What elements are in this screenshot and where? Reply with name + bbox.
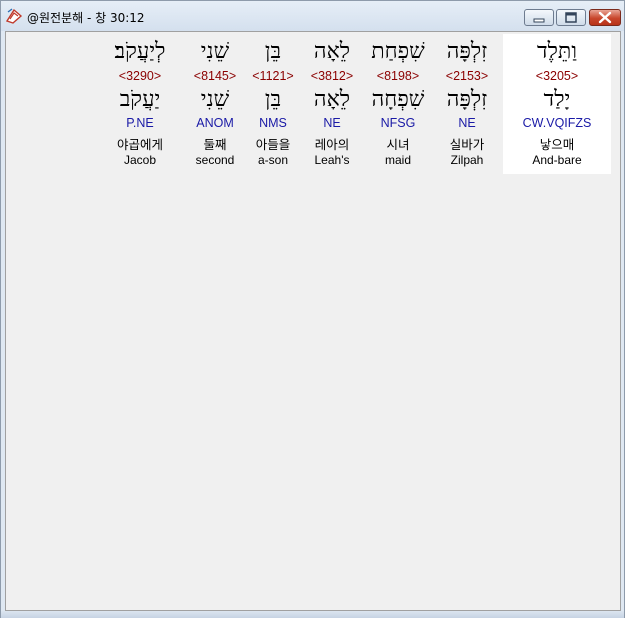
english-gloss: maid <box>384 153 411 167</box>
strong-number[interactable]: <1121> <box>246 69 300 83</box>
maximize-button[interactable] <box>556 9 586 26</box>
hebrew-root: יַעֲקֹב <box>119 87 161 112</box>
word-column[interactable]: בֵּן <1121> בֵּן NMS 아들을 a-son <box>246 34 300 174</box>
window-title: @원전분해 - 창 30:12 <box>27 11 145 25</box>
strong-number[interactable]: <2153> <box>435 69 499 83</box>
strong-number[interactable]: <3290> <box>104 69 176 83</box>
korean-gloss: 레아의 <box>314 137 350 152</box>
morphology-code[interactable]: NE <box>304 116 360 130</box>
korean-gloss: 시녀 <box>386 137 410 152</box>
hebrew-root: שֵׁנִי <box>200 87 230 112</box>
hebrew-word: לְיַעֲקֹב׃ <box>114 39 166 64</box>
interlinear-panel: וַתֵּלֶד <3205> יָלַד CW.VQIFZS 낳으매 And-… <box>5 31 621 611</box>
close-button[interactable] <box>589 9 621 26</box>
hebrew-root: יָלַד <box>543 87 571 112</box>
word-column[interactable]: לְיַעֲקֹב׃ <3290> יַעֲקֹב P.NE 야곱에게 Jaco… <box>104 34 176 174</box>
maximize-icon <box>565 12 577 23</box>
korean-gloss: 아들을 <box>255 137 291 152</box>
hebrew-word: שֵׁנִי <box>200 39 230 64</box>
morphology-code[interactable]: ANOM <box>188 116 242 130</box>
english-gloss: Jacob <box>123 153 157 167</box>
hebrew-word: לֵאָה <box>313 39 351 64</box>
strong-number[interactable]: <3812> <box>304 69 360 83</box>
morphology-code[interactable]: P.NE <box>104 116 176 130</box>
hebrew-root: לֵאָה <box>313 87 351 112</box>
hebrew-root: בֵּן <box>264 87 282 112</box>
hebrew-word: וַתֵּלֶד <box>537 39 577 64</box>
english-gloss: Zilpah <box>450 153 484 167</box>
korean-gloss: 둘째 <box>203 137 227 152</box>
word-column[interactable]: שִׁפְחַת <8198> שִׁפְחָה NFSG 시녀 maid <box>364 34 432 174</box>
word-column[interactable]: זִלְפָּה <2153> זִלְפָּה NE 실바가 Zilpah <box>435 34 499 174</box>
english-gloss: Leah's <box>314 153 350 167</box>
hebrew-root: זִלְפָּה <box>446 87 488 112</box>
strong-number[interactable]: <8198> <box>364 69 432 83</box>
app-window: @원전분해 - 창 30:12 וַתֵּלֶד <3205> יָלַד CW… <box>0 0 625 618</box>
hebrew-word: זִלְפָּה <box>446 39 488 64</box>
korean-gloss: 낳으매 <box>539 137 575 152</box>
app-logo-icon <box>5 7 23 25</box>
morphology-code[interactable]: NFSG <box>364 116 432 130</box>
hebrew-word: בֵּן <box>264 39 282 64</box>
word-column[interactable]: שֵׁנִי <8145> שֵׁנִי ANOM 둘째 second <box>188 34 242 174</box>
morphology-code[interactable]: NMS <box>246 116 300 130</box>
morphology-code[interactable]: CW.VQIFZS <box>503 116 611 130</box>
hebrew-word: שִׁפְחַת <box>371 39 425 64</box>
english-gloss: a-son <box>257 153 289 167</box>
window-bottom-border <box>1 611 624 618</box>
minimize-button[interactable] <box>524 9 554 26</box>
title-bar[interactable]: @원전분해 - 창 30:12 <box>1 1 624 31</box>
word-column[interactable]: לֵאָה <3812> לֵאָה NE 레아의 Leah's <box>304 34 360 174</box>
minimize-icon <box>533 18 545 23</box>
strong-number[interactable]: <3205> <box>503 69 611 83</box>
strong-number[interactable]: <8145> <box>188 69 242 83</box>
word-column[interactable]: וַתֵּלֶד <3205> יָלַד CW.VQIFZS 낳으매 And-… <box>503 34 611 174</box>
english-gloss: second <box>195 153 235 167</box>
english-gloss: And-bare <box>532 153 582 167</box>
close-icon <box>598 11 612 24</box>
korean-gloss: 야곱에게 <box>116 137 163 152</box>
korean-gloss: 실바가 <box>449 137 485 152</box>
hebrew-root: שִׁפְחָה <box>371 87 425 112</box>
morphology-code[interactable]: NE <box>435 116 499 130</box>
